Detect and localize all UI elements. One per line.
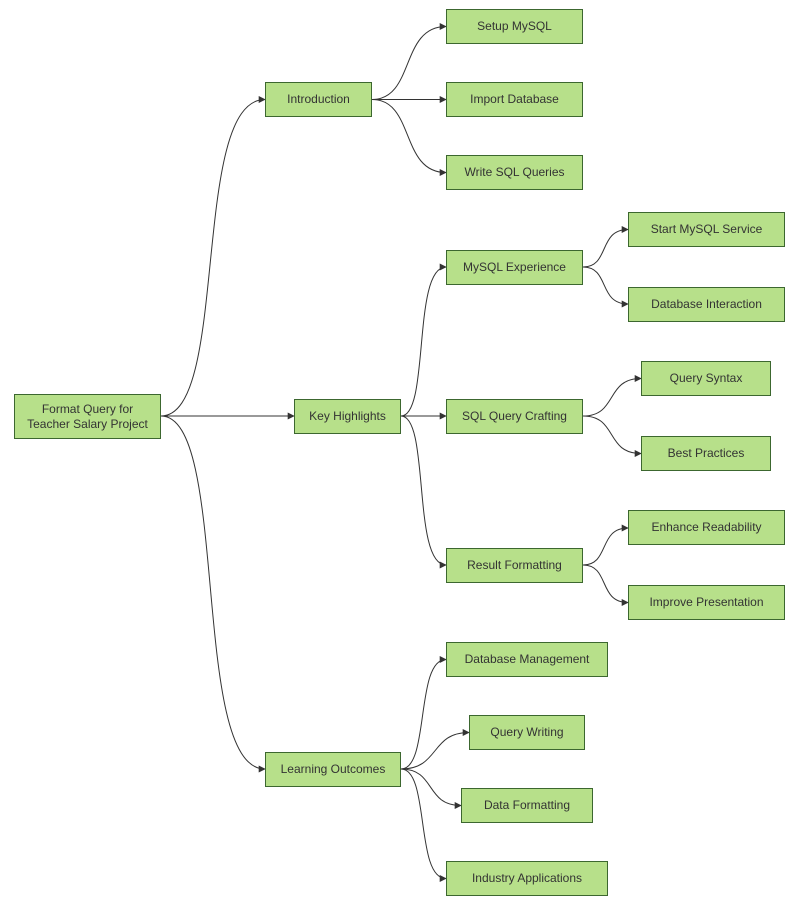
node-database-interaction-label: Database Interaction [651, 297, 762, 312]
node-sql-query-crafting: SQL Query Crafting [446, 399, 583, 434]
node-learning-outcomes: Learning Outcomes [265, 752, 401, 787]
node-start-mysql-service: Start MySQL Service [628, 212, 785, 247]
node-industry-applications: Industry Applications [446, 861, 608, 896]
node-root: Format Query for Teacher Salary Project [14, 394, 161, 439]
node-query-syntax-label: Query Syntax [670, 371, 743, 386]
node-write-sql-queries: Write SQL Queries [446, 155, 583, 190]
node-query-writing-label: Query Writing [490, 725, 563, 740]
node-best-practices: Best Practices [641, 436, 771, 471]
node-data-formatting-label: Data Formatting [484, 798, 570, 813]
node-database-management-label: Database Management [465, 652, 590, 667]
node-result-formatting-label: Result Formatting [467, 558, 562, 573]
node-introduction: Introduction [265, 82, 372, 117]
node-write-sql-queries-label: Write SQL Queries [464, 165, 564, 180]
node-improve-presentation: Improve Presentation [628, 585, 785, 620]
node-learning-outcomes-label: Learning Outcomes [281, 762, 386, 777]
node-enhance-readability-label: Enhance Readability [651, 520, 761, 535]
node-query-syntax: Query Syntax [641, 361, 771, 396]
node-best-practices-label: Best Practices [668, 446, 745, 461]
diagram-canvas: Format Query for Teacher Salary Project … [0, 0, 800, 913]
node-result-formatting: Result Formatting [446, 548, 583, 583]
node-database-management: Database Management [446, 642, 608, 677]
node-enhance-readability: Enhance Readability [628, 510, 785, 545]
node-mysql-experience-label: MySQL Experience [463, 260, 566, 275]
node-start-mysql-service-label: Start MySQL Service [651, 222, 763, 237]
node-sql-query-crafting-label: SQL Query Crafting [462, 409, 567, 424]
node-key-highlights: Key Highlights [294, 399, 401, 434]
node-import-database-label: Import Database [470, 92, 559, 107]
node-setup-mysql: Setup MySQL [446, 9, 583, 44]
node-key-highlights-label: Key Highlights [309, 409, 386, 424]
node-data-formatting: Data Formatting [461, 788, 593, 823]
node-introduction-label: Introduction [287, 92, 350, 107]
node-query-writing: Query Writing [469, 715, 585, 750]
node-setup-mysql-label: Setup MySQL [477, 19, 552, 34]
node-root-label: Format Query for Teacher Salary Project [21, 402, 154, 432]
node-industry-applications-label: Industry Applications [472, 871, 582, 886]
node-improve-presentation-label: Improve Presentation [649, 595, 763, 610]
node-database-interaction: Database Interaction [628, 287, 785, 322]
node-mysql-experience: MySQL Experience [446, 250, 583, 285]
node-import-database: Import Database [446, 82, 583, 117]
